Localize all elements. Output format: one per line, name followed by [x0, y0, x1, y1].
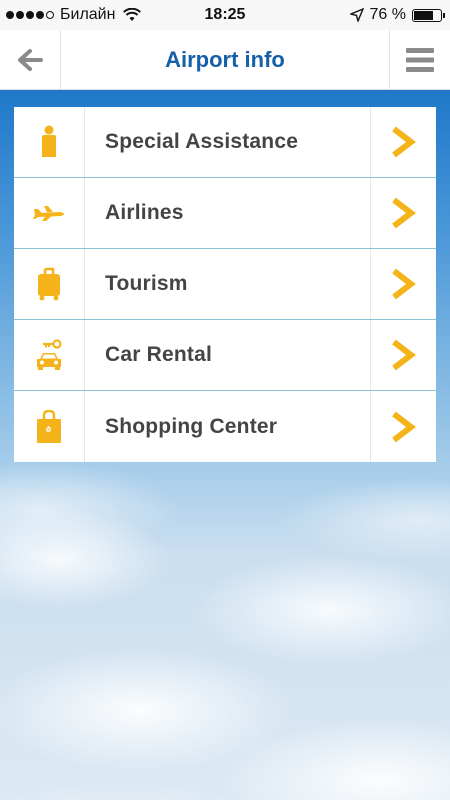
list-item-label: Tourism [105, 272, 188, 295]
menu-button[interactable] [389, 30, 450, 89]
battery-percent: 76 % [369, 6, 406, 23]
back-button[interactable] [0, 30, 61, 89]
chevron-right-icon [391, 197, 416, 229]
navigation-bar: Airport info [0, 30, 450, 90]
car-key-icon [37, 339, 62, 370]
airplane-icon [33, 206, 64, 221]
list-item-tourism[interactable]: Tourism [14, 249, 436, 320]
list-item-car-rental[interactable]: Car Rental [14, 320, 436, 391]
list-item-shopping-center[interactable]: Shopping Center [14, 391, 436, 462]
battery-icon [412, 8, 445, 22]
chevron-right-icon [391, 268, 416, 300]
chevron-right-icon [391, 126, 416, 158]
status-right: 76 % [349, 6, 445, 24]
chevron-right-icon [391, 411, 416, 442]
list-item-airlines[interactable]: Airlines [14, 178, 436, 249]
chevron-right-icon [391, 339, 416, 371]
hamburger-menu-icon [406, 47, 434, 72]
back-arrow-icon [18, 48, 43, 71]
page-title: Airport info [165, 47, 285, 72]
list-item-label: Shopping Center [105, 414, 278, 438]
list-item-special-assistance[interactable]: Special Assistance [14, 107, 436, 178]
location-arrow-icon [349, 8, 364, 22]
luggage-icon [38, 267, 60, 301]
list-item-label: Car Rental [105, 343, 213, 366]
list-item-label: Special Assistance [105, 130, 299, 153]
person-icon [42, 125, 56, 157]
shopping-bag-icon [37, 409, 61, 443]
status-bar: Билайн 18:25 76 % [0, 0, 450, 30]
list-item-label: Airlines [105, 201, 184, 224]
airport-info-list: Special Assistance Airlines Tourism Car … [14, 107, 436, 462]
